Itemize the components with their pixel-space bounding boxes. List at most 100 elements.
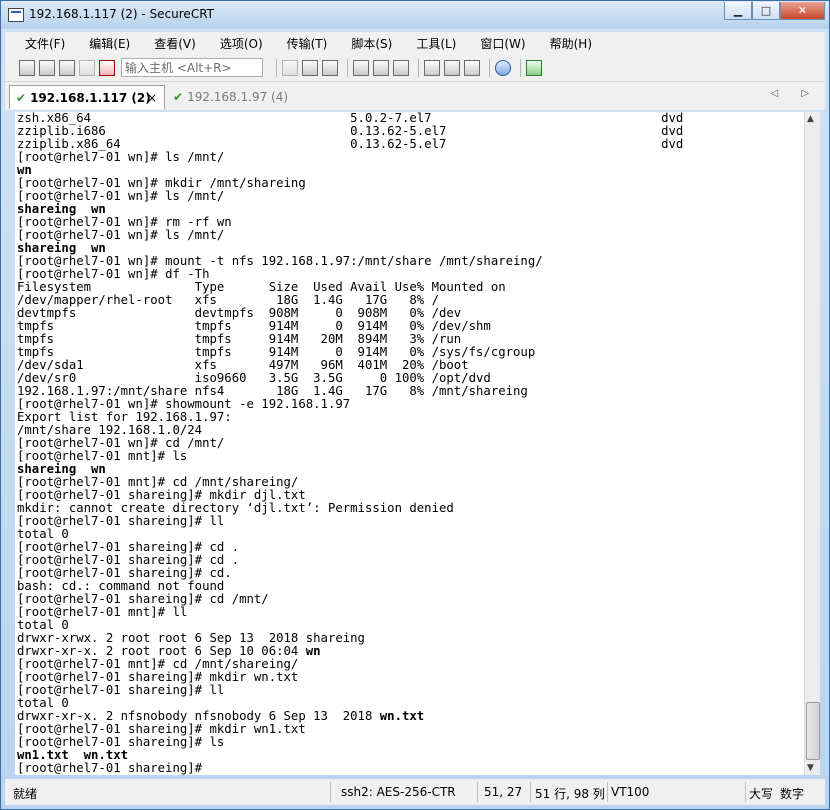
- terminal-output[interactable]: zsh.x86_64 5.0.2-7.el7 dvd zziplib.i686 0…: [15, 112, 804, 775]
- terminal-line-text: [root@rhel7-01 wn]# ls /mnt/: [17, 228, 225, 242]
- status-position: 51 行, 98 列: [535, 787, 605, 801]
- terminal-line-text: drwxr-xrwx. 2 root root 6 Sep 13 2018 sh…: [17, 631, 365, 645]
- sftp-icon[interactable]: [526, 59, 542, 76]
- terminal-line-text: [root@rhel7-01 wn]# mount -t nfs 192.168…: [17, 254, 543, 268]
- copy-icon[interactable]: [282, 59, 298, 76]
- quick-connect-icon[interactable]: [39, 59, 55, 76]
- disconnect-icon[interactable]: [99, 59, 115, 76]
- terminal-line: [root@rhel7-01 shareing]# ll: [15, 515, 804, 528]
- toolbar-separator: [520, 58, 521, 77]
- terminal-line-text: [root@rhel7-01 mnt]# ls: [17, 449, 188, 463]
- terminal-scrollbar[interactable]: ▲ ▼: [804, 112, 820, 775]
- reconnect-icon[interactable]: [79, 59, 95, 76]
- tab-session-117[interactable]: ✔ 192.168.1.117 (2) ×: [9, 85, 165, 109]
- terminal-line-text: /dev/mapper/rhel-root xfs 18G 1.4G 17G 8…: [17, 293, 439, 307]
- menu-tools[interactable]: 工具(L): [398, 35, 462, 52]
- terminal-line-text: /mnt/share 192.168.1.0/24: [17, 423, 203, 437]
- terminal-line-text: [root@rhel7-01 mnt]# ll: [17, 605, 188, 619]
- print-icon[interactable]: [353, 59, 369, 76]
- connect-icon[interactable]: [19, 59, 35, 76]
- status-separator: [745, 782, 746, 802]
- toolbar-separator: [347, 58, 348, 77]
- global-options-icon[interactable]: [444, 59, 460, 76]
- menu-edit[interactable]: 编辑(E): [71, 35, 136, 52]
- toolbar-separator: [276, 58, 277, 77]
- status-bar: 就绪 ssh2: AES-256-CTR 51, 27 51 行, 98 列 V…: [5, 779, 825, 805]
- print-selection-icon[interactable]: [373, 59, 389, 76]
- status-separator: [477, 782, 478, 802]
- terminal-line-text: [root@rhel7-01 shareing]# ll: [17, 683, 225, 697]
- connect-in-tab-icon[interactable]: [59, 59, 75, 76]
- paste-icon[interactable]: [302, 59, 318, 76]
- terminal-line-text: [root@rhel7-01 shareing]# mkdir djl.txt: [17, 488, 306, 502]
- terminal-line-highlight: wn: [305, 644, 321, 658]
- terminal-line-text: shareing wn: [17, 462, 106, 476]
- terminal-line-text: drwxr-xr-x. 2 root root 6 Sep 10 06:04: [17, 644, 306, 658]
- scroll-up-icon[interactable]: ▲: [807, 114, 814, 124]
- terminal-line-text: [root@rhel7-01 wn]# ls /mnt/: [17, 189, 225, 203]
- tab-label: 192.168.1.117 (2): [30, 91, 151, 105]
- tab-session-97[interactable]: ✔ 192.168.1.97 (4): [167, 85, 289, 109]
- status-separator: [530, 782, 531, 802]
- terminal-line: [root@rhel7-01 wn]# ls /mnt/: [15, 190, 804, 203]
- status-num-lock: 数字: [780, 787, 805, 801]
- menu-window[interactable]: 窗口(W): [462, 35, 531, 52]
- connected-check-icon: ✔: [173, 90, 184, 104]
- terminal-line-text: [root@rhel7-01 shareing]# cd .: [17, 540, 240, 554]
- terminal-line-text: [root@rhel7-01 wn]# cd /mnt/: [17, 436, 225, 450]
- tab-close-icon[interactable]: ×: [147, 86, 157, 110]
- terminal-line-text: [root@rhel7-01 wn]# df -Th: [17, 267, 210, 281]
- menu-bar: 文件(F) 编辑(E) 查看(V) 选项(O) 传输(T) 脚本(S) 工具(L…: [5, 32, 825, 54]
- terminal-line-text: drwxr-xr-x. 2 nfsnobody nfsnobody 6 Sep …: [17, 709, 380, 723]
- maximize-button[interactable]: □: [752, 2, 780, 20]
- terminal-line-text: [root@rhel7-01 mnt]# cd /mnt/shareing/: [17, 657, 299, 671]
- host-input[interactable]: 输入主机 <Alt+R>: [121, 58, 263, 77]
- status-caps-lock: 大写: [749, 787, 774, 801]
- terminal-line-text: [root@rhel7-01 shareing]# cd .: [17, 553, 240, 567]
- terminal-line-text: [root@rhel7-01 wn]# showmount -e 192.168…: [17, 397, 351, 411]
- terminal-line-text: zziplib.i686 0.13.62-5.el7 dvd: [17, 124, 684, 138]
- terminal-line: [root@rhel7-01 shareing]#: [15, 762, 804, 775]
- terminal-line: [root@rhel7-01 shareing]# ll: [15, 684, 804, 697]
- menu-help[interactable]: 帮助(H): [532, 35, 598, 52]
- scrollbar-thumb[interactable]: [806, 702, 820, 760]
- connected-check-icon: ✔: [16, 91, 27, 105]
- terminal-line-text: [root@rhel7-01 shareing]#: [17, 761, 203, 775]
- menu-file[interactable]: 文件(F): [5, 35, 71, 52]
- securecrt-window: 192.168.1.117 (2) - SecureCRT ▁ □ ✕ 文件(F…: [0, 0, 830, 810]
- tab-scroll-arrows-icon[interactable]: ◁ ▷: [770, 88, 819, 99]
- status-separator: [607, 782, 608, 802]
- terminal-line-text: Export list for 192.168.1.97:: [17, 410, 232, 424]
- terminal-line-text: tmpfs tmpfs 914M 20M 894M 3% /run: [17, 332, 462, 346]
- terminal-line-text: [root@rhel7-01 mnt]# cd /mnt/shareing/: [17, 475, 299, 489]
- terminal-line-text: bash: cd.: command not found: [17, 579, 225, 593]
- menu-transfer[interactable]: 传输(T): [269, 35, 334, 52]
- status-ready: 就绪: [13, 787, 38, 801]
- close-button[interactable]: ✕: [780, 2, 825, 20]
- terminal-line-text: mkdir: cannot create directory ‘djl.txt’…: [17, 501, 454, 515]
- terminal-line-text: tmpfs tmpfs 914M 0 914M 0% /sys/fs/cgrou…: [17, 345, 536, 359]
- terminal-line-text: wn: [17, 163, 32, 177]
- terminal-line-text: [root@rhel7-01 shareing]# mkdir wn.txt: [17, 670, 299, 684]
- tab-label: 192.168.1.97 (4): [187, 90, 289, 104]
- log-icon[interactable]: [393, 59, 409, 76]
- terminal-line-text: wn1.txt wn.txt: [17, 748, 129, 762]
- terminal-line-text: [root@rhel7-01 shareing]# mkdir wn1.txt: [17, 722, 306, 736]
- menu-script[interactable]: 脚本(S): [333, 35, 398, 52]
- terminal-line-text: shareing wn: [17, 202, 106, 216]
- find-icon[interactable]: [322, 59, 338, 76]
- help-icon[interactable]: [495, 59, 511, 76]
- terminal-line-text: [root@rhel7-01 shareing]# ll: [17, 514, 225, 528]
- terminal-line-text: /dev/sda1 xfs 497M 96M 401M 20% /boot: [17, 358, 469, 372]
- terminal-line-text: total 0: [17, 618, 69, 632]
- menu-view[interactable]: 查看(V): [136, 35, 202, 52]
- session-options-icon[interactable]: [424, 59, 440, 76]
- title-bar[interactable]: 192.168.1.117 (2) - SecureCRT ▁ □ ✕: [1, 1, 829, 29]
- menu-options[interactable]: 选项(O): [202, 35, 269, 52]
- minimize-button[interactable]: ▁: [724, 2, 752, 20]
- scroll-down-icon[interactable]: ▼: [807, 763, 814, 773]
- status-terminal-type: VT100: [611, 785, 650, 799]
- status-separator: [330, 782, 331, 802]
- window-title: 192.168.1.117 (2) - SecureCRT: [29, 7, 214, 21]
- keymap-icon[interactable]: [464, 59, 480, 76]
